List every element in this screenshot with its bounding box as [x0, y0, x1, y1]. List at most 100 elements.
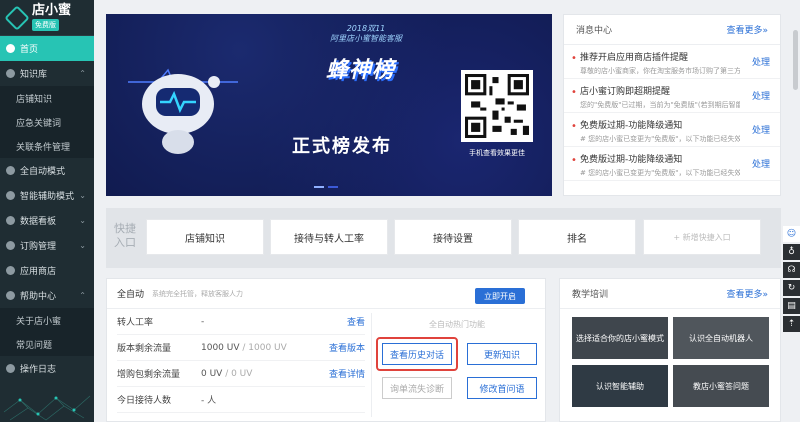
stat-value-main: - 人	[201, 396, 217, 406]
banner-subtitle-line2: 阿里店小蜜智能客服	[330, 34, 402, 43]
nav-auto-mode-label: 全自动模式	[20, 167, 66, 177]
open-auto-mode-button[interactable]: 立即开启	[475, 288, 525, 304]
nav-help[interactable]: 帮助中心 ⌃	[0, 283, 94, 308]
nav-about[interactable]: 关于店小蜜	[0, 308, 94, 332]
nav-assist-mode-label: 智能辅助模式	[20, 192, 75, 202]
lightbulb-icon[interactable]: ♁	[783, 244, 800, 260]
chevron-down-icon: ⌄	[79, 241, 86, 250]
notice-desc: # 您的店小蜜已变更为"免费版"，以下功能已经失效...	[580, 169, 740, 177]
stat-value-main: -	[201, 316, 205, 327]
notice-item[interactable]: • 店小蜜订购即超期提醒 您的"免费版"已过期，当前为"免费版"(若到期后智能.…	[564, 79, 780, 113]
nav-related-conditions[interactable]: 关联条件管理	[0, 134, 94, 158]
view-history-button[interactable]: 查看历史对话	[382, 343, 452, 365]
training-more-link[interactable]: 查看更多»	[726, 287, 768, 300]
stat-key: 今日接待人数	[117, 396, 172, 406]
stat-link[interactable]: 查看	[347, 315, 365, 328]
logo-icon	[4, 4, 30, 31]
training-tile[interactable]: 认识智能辅助	[572, 365, 668, 407]
quick-entry-button[interactable]: 排名	[518, 219, 636, 255]
nav-orders[interactable]: 订购管理 ⌄	[0, 233, 94, 258]
brand[interactable]: 店小蜜 免费版	[0, 0, 94, 36]
training-tile[interactable]: 选择适合你的店小蜜模式	[572, 317, 668, 359]
auto-mode-title: 全自动	[117, 290, 145, 300]
chevron-down-icon: ⌄	[79, 216, 86, 225]
message-center-more-link[interactable]: 查看更多»	[726, 23, 768, 36]
quick-entry-button[interactable]: 接待设置	[394, 219, 512, 255]
message-center-header: 消息中心 查看更多»	[564, 15, 780, 45]
unread-dot-icon: •	[571, 121, 577, 132]
edit-first-question-button[interactable]: 修改首问语	[467, 377, 537, 399]
stat-value: -	[201, 317, 347, 327]
nav-app-store[interactable]: 应用商店	[0, 258, 94, 283]
home-icon	[6, 44, 15, 53]
notice-title: 免费版过期-功能降级通知	[580, 121, 683, 131]
hot-features-title: 全自动热门功能	[429, 320, 485, 329]
nav-home-label: 首页	[20, 45, 39, 55]
assistant-robot-icon[interactable]: ☺	[783, 226, 800, 242]
stat-value-main: 1000 UV	[201, 342, 240, 353]
nav-home[interactable]: 首页	[0, 36, 94, 61]
banner-main-title: 蜂神榜	[326, 58, 396, 83]
notice-item[interactable]: • 免费版过期-功能降级通知 # 您的店小蜜已变更为"免费版"，以下功能已经失效…	[564, 147, 780, 181]
qr-code-icon[interactable]	[461, 70, 533, 142]
nav-app-store-label: 应用商店	[20, 267, 57, 277]
assist-icon	[6, 191, 15, 200]
brand-name: 店小蜜	[32, 3, 72, 18]
notice-handle-link[interactable]: 处理	[752, 157, 770, 170]
notice-handle-link[interactable]: 处理	[752, 55, 770, 68]
nav-auto-mode[interactable]: 全自动模式	[0, 158, 94, 183]
nav-dashboard-label: 数据看板	[20, 217, 57, 227]
chevron-up-icon: ⌃	[79, 69, 86, 78]
back-to-top-icon[interactable]: ⇡	[783, 316, 800, 332]
training-header: 教学培训 查看更多»	[560, 279, 780, 309]
stat-value-main: 0 UV	[201, 368, 223, 379]
carousel-dots[interactable]	[314, 186, 338, 188]
stat-row: 转人工率 - 查看	[117, 309, 365, 335]
stat-link[interactable]: 查看详情	[329, 367, 365, 380]
unread-dot-icon: •	[571, 87, 577, 98]
notice-handle-link[interactable]: 处理	[752, 89, 770, 102]
add-quick-entry-button[interactable]: + 新增快捷入口	[643, 219, 761, 255]
notice-desc: 您的"免费版"已过期，当前为"免费版"(若到期后智能...	[580, 101, 740, 109]
nav-knowledge[interactable]: 知识库 ⌃	[0, 61, 94, 86]
refresh-icon[interactable]: ↻	[783, 280, 800, 296]
auto-mode-header: 全自动 系统完全托管，释放客服人力 立即开启	[107, 279, 545, 309]
scrollbar[interactable]	[793, 30, 798, 90]
notice-title: 店小蜜订购即超期提醒	[580, 87, 671, 97]
quick-entry-button[interactable]: 接待与转人工率	[270, 219, 388, 255]
training-tile[interactable]: 认识全自动机器人	[673, 317, 769, 359]
quick-entry-button[interactable]: 店铺知识	[146, 219, 264, 255]
update-knowledge-button[interactable]: 更新知识	[467, 343, 537, 365]
nav-faq[interactable]: 常见问题	[0, 332, 94, 356]
nav-assist-mode[interactable]: 智能辅助模式 ⌄	[0, 183, 94, 208]
inquiry-loss-diagnosis-button[interactable]: 询单流失诊断	[382, 377, 452, 399]
quick-entry-bar: 快捷入口 店铺知识 接待与转人工率 接待设置 排名 + 新增快捷入口	[106, 208, 781, 268]
notice-item[interactable]: • 免费版过期-功能降级通知 # 您的店小蜜已变更为"免费版"，以下功能已经失效…	[564, 113, 780, 147]
training-tile[interactable]: 教店小蜜答问题	[673, 365, 769, 407]
network-decoration	[3, 395, 91, 421]
stat-value: 0 UV / 0 UV	[201, 369, 329, 379]
headset-icon[interactable]: ☊	[783, 262, 800, 278]
notice-handle-link[interactable]: 处理	[752, 123, 770, 136]
document-icon[interactable]: ▤	[783, 298, 800, 314]
carousel-dot[interactable]	[328, 186, 338, 188]
qr-caption: 手机查看效果更佳	[469, 149, 525, 157]
robot-mascot-icon	[128, 68, 238, 154]
nav-help-label: 帮助中心	[20, 292, 57, 302]
promo-banner[interactable]: 2018双11 阿里店小蜜智能客服 蜂神榜 正式榜发布 手机查看效果更佳	[106, 14, 552, 196]
store-icon	[6, 266, 15, 275]
sidebar: 店小蜜 免费版 首页 知识库 ⌃ 店铺知识 应急关键词 关联条件管理 全自动模式 …	[0, 0, 94, 422]
book-icon	[6, 69, 15, 78]
notice-item[interactable]: • 推荐开启应用商店插件提醒 尊敬的店小蜜商家，你在淘宝服务市场订购了第三方E.…	[564, 45, 780, 79]
stat-link[interactable]: 查看版本	[329, 341, 365, 354]
notice-title: 推荐开启应用商店插件提醒	[580, 53, 689, 63]
nav-dashboard[interactable]: 数据看板 ⌄	[0, 208, 94, 233]
nav-knowledge-label: 知识库	[20, 70, 48, 80]
nav-shop-knowledge[interactable]: 店铺知识	[0, 86, 94, 110]
cart-icon	[6, 241, 15, 250]
stat-key: 版本剩余流量	[117, 344, 172, 354]
quick-entry-label: 快捷入口	[114, 222, 136, 249]
chevron-down-icon: ⌄	[79, 191, 86, 200]
nav-emergency-keywords[interactable]: 应急关键词	[0, 110, 94, 134]
carousel-dot[interactable]	[314, 186, 324, 188]
